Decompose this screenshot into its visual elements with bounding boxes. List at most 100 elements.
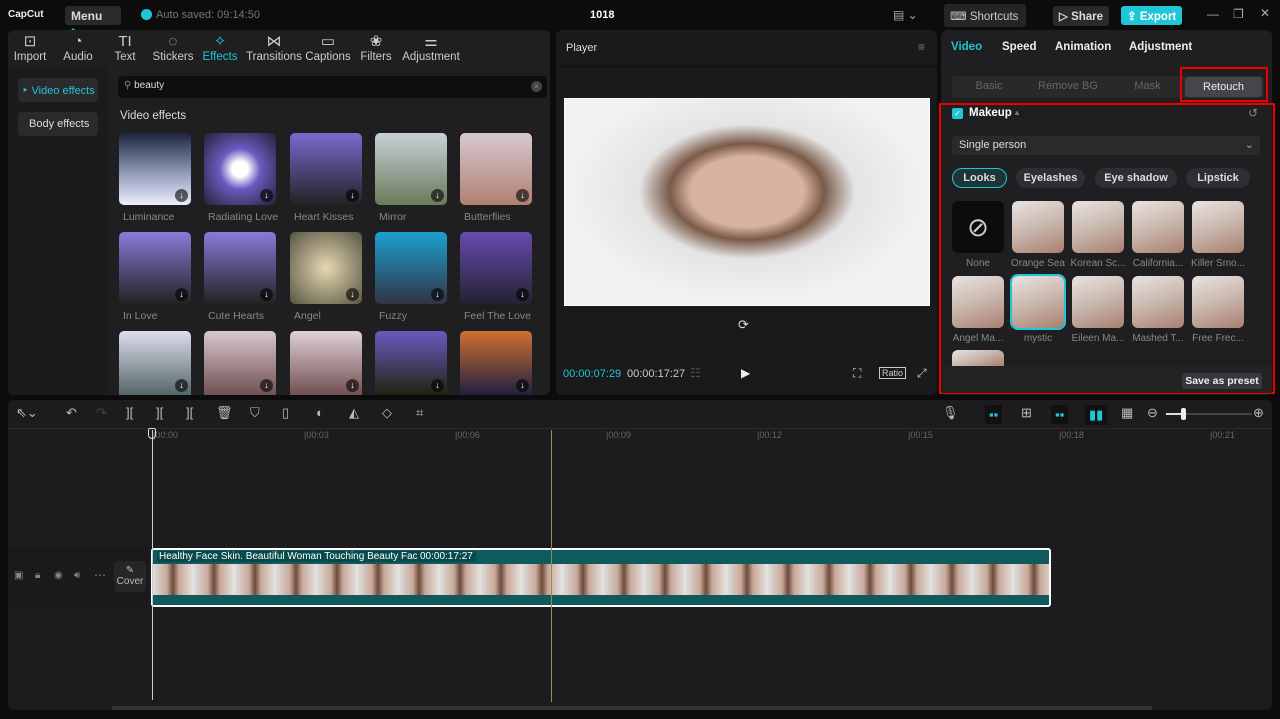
- look-thumbnail[interactable]: [1072, 276, 1124, 328]
- player-menu-icon[interactable]: ≡: [918, 40, 925, 54]
- video-clip[interactable]: Healthy Face Skin. Beautiful Woman Touch…: [151, 548, 1051, 607]
- pill-looks[interactable]: Looks: [952, 168, 1007, 188]
- redo-icon[interactable]: ↷: [96, 405, 107, 421]
- inspector-tab-video[interactable]: Video: [951, 41, 982, 53]
- download-icon[interactable]: ↓: [260, 288, 273, 301]
- download-icon[interactable]: ↓: [260, 379, 273, 392]
- effect-thumbnail[interactable]: ↓: [290, 331, 362, 395]
- look-thumbnail[interactable]: [1192, 201, 1244, 253]
- playhead[interactable]: [551, 430, 552, 702]
- inspector-tab-adjustment[interactable]: Adjustment: [1129, 41, 1192, 53]
- select-tool-icon[interactable]: ⇖⌄: [16, 405, 38, 421]
- video-preview[interactable]: [564, 98, 930, 306]
- effect-thumbnail[interactable]: ↓: [119, 232, 191, 304]
- look-thumbnail[interactable]: [1012, 201, 1064, 253]
- play-button[interactable]: ▶: [741, 366, 750, 380]
- effect-thumbnail[interactable]: ↓: [375, 232, 447, 304]
- pill-eye-shadow[interactable]: Eye shadow: [1095, 168, 1177, 188]
- pill-eyelashes[interactable]: Eyelashes: [1016, 168, 1085, 188]
- collapse-icon[interactable]: ▲: [1013, 108, 1021, 117]
- tab-adjustment[interactable]: ⚌ Adjustment: [396, 33, 466, 63]
- download-icon[interactable]: ↓: [431, 288, 444, 301]
- zoom-slider-handle[interactable]: [1181, 408, 1186, 420]
- reverse-icon[interactable]: ◐: [316, 405, 324, 420]
- lock-icon[interactable]: 🔒︎: [35, 570, 40, 581]
- effect-thumbnail[interactable]: ↓: [290, 232, 362, 304]
- minimize-icon[interactable]: —: [1207, 7, 1219, 21]
- menu-button[interactable]: Menu •⌄: [65, 6, 121, 37]
- main-track-magnet-icon[interactable]: ▪▪: [985, 405, 1003, 424]
- download-icon[interactable]: ↓: [260, 189, 273, 202]
- download-icon[interactable]: ↓: [516, 189, 529, 202]
- cover-button[interactable]: ✎ Cover: [114, 561, 146, 592]
- sidebar-item-body-effects[interactable]: Body effects: [18, 112, 98, 136]
- effect-thumbnail[interactable]: ↓: [460, 331, 532, 395]
- effect-thumbnail[interactable]: ↓: [119, 331, 191, 395]
- marker-icon[interactable]: ⛉: [250, 405, 260, 421]
- look-thumbnail[interactable]: [1010, 274, 1066, 330]
- effect-thumbnail[interactable]: ↓: [290, 133, 362, 205]
- download-icon[interactable]: ↓: [431, 379, 444, 392]
- download-icon[interactable]: ↓: [516, 379, 529, 392]
- makeup-checkbox[interactable]: ✓: [952, 108, 963, 119]
- freeze-icon[interactable]: ▯: [282, 405, 289, 421]
- shortcuts-button[interactable]: ⌨ Shortcuts: [944, 4, 1026, 27]
- close-icon[interactable]: ✕: [1260, 6, 1270, 20]
- subtab-mask[interactable]: Mask: [1110, 80, 1185, 92]
- look-thumbnail[interactable]: [1192, 276, 1244, 328]
- download-icon[interactable]: ↓: [431, 189, 444, 202]
- export-button[interactable]: ⇪ Export: [1121, 6, 1182, 25]
- rotate-tool-icon[interactable]: ◇: [382, 405, 392, 421]
- layout-icon[interactable]: ▤ ⌄: [893, 8, 918, 22]
- inspector-tab-animation[interactable]: Animation: [1055, 41, 1111, 53]
- pill-lipstick[interactable]: Lipstick: [1186, 168, 1250, 188]
- effect-thumbnail[interactable]: ↓: [204, 133, 276, 205]
- linkage-icon[interactable]: ▪▪: [1051, 405, 1069, 424]
- crop-icon[interactable]: ⌗: [416, 405, 423, 421]
- zoom-fit-icon[interactable]: ⛶: [853, 366, 861, 381]
- track-toggle-icon[interactable]: ▣: [14, 570, 23, 581]
- zoom-in-icon[interactable]: ⊕: [1253, 405, 1264, 421]
- effect-thumbnail[interactable]: ↓: [460, 232, 532, 304]
- start-marker-handle[interactable]: [148, 428, 156, 439]
- search-input[interactable]: ⚲ beauty ×: [118, 76, 547, 98]
- download-icon[interactable]: ↓: [346, 288, 359, 301]
- mirror-icon[interactable]: ◭: [349, 405, 359, 421]
- zoom-to-fit-icon[interactable]: ▦: [1121, 405, 1133, 421]
- undo-icon[interactable]: ↶: [66, 405, 77, 421]
- ratio-button[interactable]: Ratio: [879, 367, 907, 379]
- look-thumbnail[interactable]: [1072, 201, 1124, 253]
- effect-thumbnail[interactable]: ↓: [460, 133, 532, 205]
- effect-thumbnail[interactable]: ↓: [204, 232, 276, 304]
- timeline-grid-icon[interactable]: ☷: [690, 366, 701, 380]
- download-icon[interactable]: ↓: [175, 288, 188, 301]
- subtab-remove-bg[interactable]: Remove BG: [1026, 80, 1110, 92]
- reset-icon[interactable]: ↺: [1248, 106, 1258, 120]
- audio-mute-icon[interactable]: 🔊︎: [74, 570, 80, 581]
- preview-axis-icon[interactable]: ▮▮: [1085, 405, 1108, 425]
- clear-search-icon[interactable]: ×: [531, 81, 542, 92]
- fullscreen-icon[interactable]: ⤢: [917, 366, 927, 381]
- download-icon[interactable]: ↓: [346, 379, 359, 392]
- split-left-icon[interactable]: ][: [156, 405, 163, 420]
- microphone-icon[interactable]: 🎙︎: [942, 405, 959, 421]
- sidebar-item-video-effects[interactable]: ‣ Video effects: [18, 78, 98, 102]
- inspector-tab-speed[interactable]: Speed: [1002, 41, 1037, 53]
- person-select[interactable]: Single person ⌄: [952, 136, 1260, 155]
- zoom-out-icon[interactable]: ⊖: [1147, 405, 1158, 421]
- download-icon[interactable]: ↓: [175, 189, 188, 202]
- delete-icon[interactable]: 🗑︎: [216, 405, 233, 421]
- look-thumbnail[interactable]: [1132, 201, 1184, 253]
- split-icon[interactable]: ][: [126, 405, 133, 420]
- look-thumbnail[interactable]: [1132, 276, 1184, 328]
- look-thumbnail[interactable]: [952, 276, 1004, 328]
- effect-thumbnail[interactable]: ↓: [204, 331, 276, 395]
- split-right-icon[interactable]: ][: [186, 405, 193, 420]
- effect-thumbnail[interactable]: ↓: [375, 133, 447, 205]
- download-icon[interactable]: ↓: [175, 379, 188, 392]
- download-icon[interactable]: ↓: [516, 288, 529, 301]
- save-as-preset-button[interactable]: Save as preset: [1182, 373, 1262, 389]
- eye-icon[interactable]: ◉: [54, 570, 63, 581]
- effect-thumbnail[interactable]: ↓: [119, 133, 191, 205]
- look-none[interactable]: ⊘: [952, 201, 1004, 253]
